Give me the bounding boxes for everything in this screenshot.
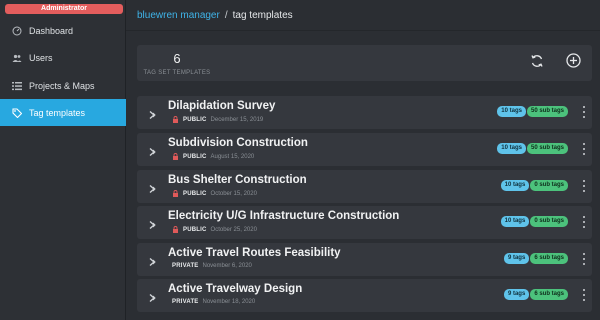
kebab-menu-icon[interactable] [580,251,588,267]
chevron-right-icon[interactable] [148,254,158,267]
tags-count-badge: 10 tags [497,106,526,117]
visibility-label: PUBLIC [183,226,207,233]
breadcrumb-separator: / [224,9,228,21]
chevron-right-icon[interactable] [148,290,158,303]
template-row[interactable]: Electricity U/G Infrastructure Construct… [137,206,592,239]
subtags-count-badge: 6 sub tags [530,289,568,300]
refresh-button[interactable] [529,54,545,73]
breadcrumb-root-link[interactable]: bluewren manager [137,10,220,21]
template-meta: PRIVATE November 18, 2020 [172,299,255,305]
tags-count-badge: 10 tags [500,216,530,227]
subtags-count-badge: 0 sub tags [530,216,568,227]
sidebar: Administrator Dashboard Users Projects &… [0,0,126,320]
template-title: Subdivision Construction [168,137,308,149]
template-meta: PRIVATE November 6, 2020 [172,263,252,269]
sidebar-item-label: Projects & Maps [29,80,95,91]
tag-icon [12,107,22,118]
tags-count-badge: 10 tags [500,180,530,191]
template-date: November 6, 2020 [202,263,252,269]
sidebar-item-users[interactable]: Users [0,44,126,71]
visibility-label: PRIVATE [172,263,199,269]
template-badges: 9 tags 6 sub tags [503,253,568,264]
template-row[interactable]: Bus Shelter Construction PUBLIC October … [137,170,592,203]
kebab-menu-icon[interactable] [580,178,588,194]
template-title: Active Travel Routes Feasibility [168,247,341,259]
visibility-label: PUBLIC [183,153,207,160]
kebab-menu-icon[interactable] [580,104,588,120]
tags-count-badge: 9 tags [503,253,530,264]
role-badge: Administrator [5,4,123,14]
kebab-menu-icon[interactable] [580,141,588,157]
visibility-label: PRIVATE [172,299,199,305]
template-title: Dilapidation Survey [168,100,276,112]
template-badges: 10 tags 0 sub tags [500,180,568,191]
list-icon [12,81,22,91]
template-date: October 15, 2020 [210,190,257,197]
template-count: 6 [173,51,181,66]
subtags-count-badge: 6 sub tags [530,253,568,264]
lock-icon [172,153,179,160]
add-template-button[interactable] [565,53,581,73]
visibility-label: PUBLIC [183,190,207,197]
template-title: Electricity U/G Infrastructure Construct… [168,210,400,222]
template-date: August 15, 2020 [210,153,255,160]
sidebar-item-tag-templates[interactable]: Tag templates [0,99,126,126]
template-count-label: TAG SET TEMPLATES [143,70,211,76]
tags-count-badge: 10 tags [497,143,526,154]
chevron-right-icon[interactable] [148,144,158,157]
chevron-right-icon[interactable] [148,181,158,194]
sidebar-item-dashboard[interactable]: Dashboard [0,17,126,44]
sidebar-item-label: Tag templates [29,107,86,118]
refresh-icon [530,54,544,73]
template-date: December 15, 2019 [210,116,264,123]
visibility-label: PUBLIC [183,116,207,123]
subtags-count-badge: 0 sub tags [530,180,568,191]
template-meta: PUBLIC October 15, 2020 [172,190,257,197]
subtags-count-badge: 50 sub tags [526,143,568,154]
lock-icon [172,116,179,123]
sidebar-item-label: Users [29,52,53,63]
template-badges: 10 tags 50 sub tags [496,106,568,117]
sidebar-item-projects-maps[interactable]: Projects & Maps [0,72,126,99]
users-icon [12,53,22,63]
template-title: Active Travelway Design [168,283,303,295]
template-row[interactable]: Dilapidation Survey PUBLIC December 15, … [137,96,592,129]
tags-count-badge: 9 tags [503,289,530,300]
template-title: Bus Shelter Construction [168,174,307,186]
template-badges: 10 tags 0 sub tags [500,216,568,227]
chevron-right-icon[interactable] [148,107,158,120]
breadcrumb: bluewren manager / tag templates [126,0,600,31]
template-meta: PUBLIC December 15, 2019 [172,116,263,123]
lock-icon [172,226,179,233]
template-date: November 18, 2020 [202,299,256,305]
plus-circle-icon [565,53,581,73]
chevron-right-icon[interactable] [148,217,158,230]
template-badges: 10 tags 50 sub tags [496,143,568,154]
template-date: October 25, 2020 [210,226,257,233]
kebab-menu-icon[interactable] [580,287,588,303]
template-row[interactable]: Active Travel Routes Feasibility PRIVATE… [137,243,592,276]
template-meta: PUBLIC August 15, 2020 [172,153,254,160]
template-badges: 9 tags 6 sub tags [503,289,568,300]
template-meta: PUBLIC October 25, 2020 [172,226,257,233]
summary-card: 6 TAG SET TEMPLATES [137,45,592,81]
gauge-icon [12,26,22,36]
kebab-menu-icon[interactable] [580,214,588,230]
template-row[interactable]: Active Travelway Design PRIVATE November… [137,279,592,312]
sidebar-item-label: Dashboard [29,25,74,36]
breadcrumb-current: tag templates [232,9,293,21]
lock-icon [172,190,179,197]
template-row[interactable]: Subdivision Construction PUBLIC August 1… [137,133,592,166]
subtags-count-badge: 50 sub tags [526,106,568,117]
